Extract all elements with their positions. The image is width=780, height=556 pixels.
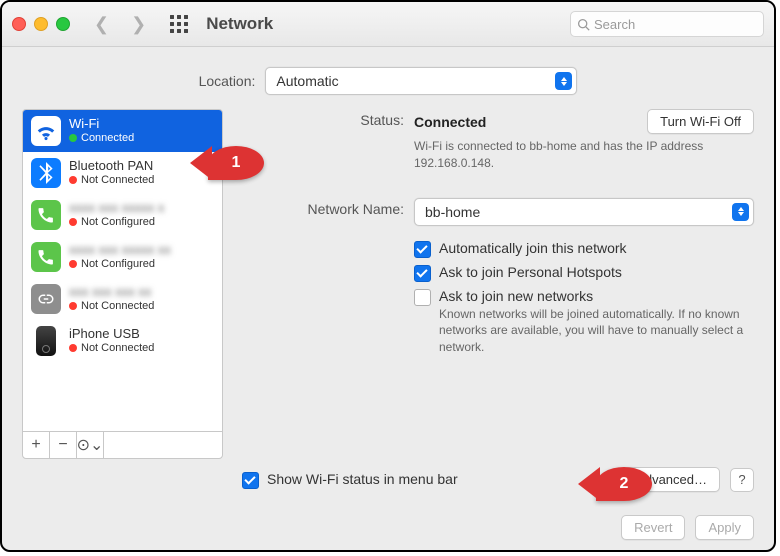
phone-icon: [31, 200, 61, 230]
turn-wifi-off-button[interactable]: Turn Wi-Fi Off: [647, 109, 754, 134]
zoom-icon[interactable]: [56, 17, 70, 31]
sidebar-item-label: Wi-Fi: [69, 117, 134, 132]
status-hint: Wi-Fi is connected to bb-home and has th…: [414, 138, 734, 172]
annotation-pin-1: 1: [208, 146, 264, 180]
status-value: Connected: [414, 114, 486, 130]
menubar-status-row: Show Wi-Fi status in menu bar Advanced… …: [242, 467, 754, 492]
annotation-pin-2: 2: [596, 467, 652, 501]
sidebar-item-label: iPhone USB: [69, 327, 154, 342]
auto-join-label: Automatically join this network: [439, 240, 627, 256]
sidebar-item-hidden-1[interactable]: xxxx xxx xxxxx x Not Configured: [23, 194, 222, 236]
remove-service-button[interactable]: −: [50, 432, 77, 458]
sidebar-item-status: Not Connected: [81, 342, 154, 355]
detail-pane: Status: Connected Turn Wi-Fi Off Wi-Fi i…: [239, 109, 754, 459]
sidebar-item-status: Connected: [81, 132, 134, 145]
page-title: Network: [206, 14, 273, 34]
revert-button[interactable]: Revert: [621, 515, 685, 540]
window-footer: Revert Apply: [2, 515, 774, 540]
status-dot-icon: [69, 344, 77, 352]
sidebar-item-iphone-usb[interactable]: iPhone USB Not Connected: [23, 320, 222, 362]
network-name-label: Network Name:: [239, 198, 414, 217]
checkbox-icon: [242, 472, 259, 489]
location-select[interactable]: Automatic: [265, 67, 577, 95]
status-dot-icon: [69, 134, 77, 142]
search-icon: [577, 18, 590, 31]
status-dot-icon: [69, 302, 77, 310]
apply-button[interactable]: Apply: [695, 515, 754, 540]
titlebar: ❮ ❯ Network Search: [2, 2, 774, 47]
sidebar-item-status: Not Connected: [81, 300, 154, 313]
link-icon: [31, 284, 61, 314]
iphone-icon: [36, 326, 56, 356]
network-name-value: bb-home: [425, 204, 480, 220]
ask-hotspot-label: Ask to join Personal Hotspots: [439, 264, 622, 280]
show-status-label: Show Wi-Fi status in menu bar: [267, 471, 458, 487]
sidebar-item-hidden-3[interactable]: xxx xxx xxx xx Not Connected: [23, 278, 222, 320]
help-button[interactable]: ?: [730, 468, 754, 492]
ask-new-hint: Known networks will be joined automatica…: [439, 306, 754, 356]
sidebar-item-label: xxxx xxx xxxxx xx: [69, 243, 171, 258]
status-label: Status:: [239, 109, 414, 128]
sidebar-item-label: xxx xxx xxx xx: [69, 285, 154, 300]
checkbox-icon: [414, 289, 431, 306]
wifi-icon: [31, 116, 61, 146]
close-icon[interactable]: [12, 17, 26, 31]
location-row: Location: Automatic: [2, 47, 774, 109]
chevron-up-down-icon: [555, 72, 572, 90]
checkbox-icon: [414, 265, 431, 282]
status-dot-icon: [69, 218, 77, 226]
window: ❮ ❯ Network Search Location: Automatic: [0, 0, 776, 552]
traffic-lights: [12, 17, 70, 31]
bluetooth-icon: [31, 158, 61, 188]
sidebar-item-status: Not Connected: [81, 174, 154, 187]
ask-new-checkbox[interactable]: Ask to join new networks Known networks …: [414, 288, 754, 356]
ask-hotspot-checkbox[interactable]: Ask to join Personal Hotspots: [414, 264, 754, 282]
sidebar-item-hidden-2[interactable]: xxxx xxx xxxxx xx Not Configured: [23, 236, 222, 278]
sidebar-footer: + − ⊙⌄: [23, 431, 222, 458]
show-status-checkbox[interactable]: Show Wi-Fi status in menu bar: [242, 471, 458, 489]
add-service-button[interactable]: +: [23, 432, 50, 458]
sidebar-item-label: Bluetooth PAN: [69, 159, 154, 174]
location-label: Location:: [199, 73, 256, 89]
chevron-up-down-icon: [732, 203, 749, 221]
sidebar-item-label: xxxx xxx xxxxx x: [69, 201, 164, 216]
location-value: Automatic: [276, 73, 338, 89]
network-name-row: Network Name: bb-home Automatically join…: [239, 198, 754, 362]
sidebar-item-status: Not Configured: [81, 258, 155, 271]
show-all-icon[interactable]: [170, 15, 188, 33]
network-name-select[interactable]: bb-home: [414, 198, 754, 226]
back-button[interactable]: ❮: [88, 14, 115, 35]
checkbox-icon: [414, 241, 431, 258]
phone-icon: [31, 242, 61, 272]
forward-button[interactable]: ❯: [125, 14, 152, 35]
search-input[interactable]: Search: [570, 11, 764, 37]
status-row: Status: Connected Turn Wi-Fi Off Wi-Fi i…: [239, 109, 754, 172]
main: Wi-Fi Connected Bluetooth PAN Not Connec…: [2, 109, 774, 459]
minimize-icon[interactable]: [34, 17, 48, 31]
status-dot-icon: [69, 176, 77, 184]
service-menu-button[interactable]: ⊙⌄: [77, 432, 104, 458]
ask-new-label: Ask to join new networks: [439, 288, 754, 304]
search-placeholder: Search: [594, 17, 635, 32]
sidebar-item-status: Not Configured: [81, 216, 155, 229]
status-dot-icon: [69, 260, 77, 268]
auto-join-checkbox[interactable]: Automatically join this network: [414, 240, 754, 258]
